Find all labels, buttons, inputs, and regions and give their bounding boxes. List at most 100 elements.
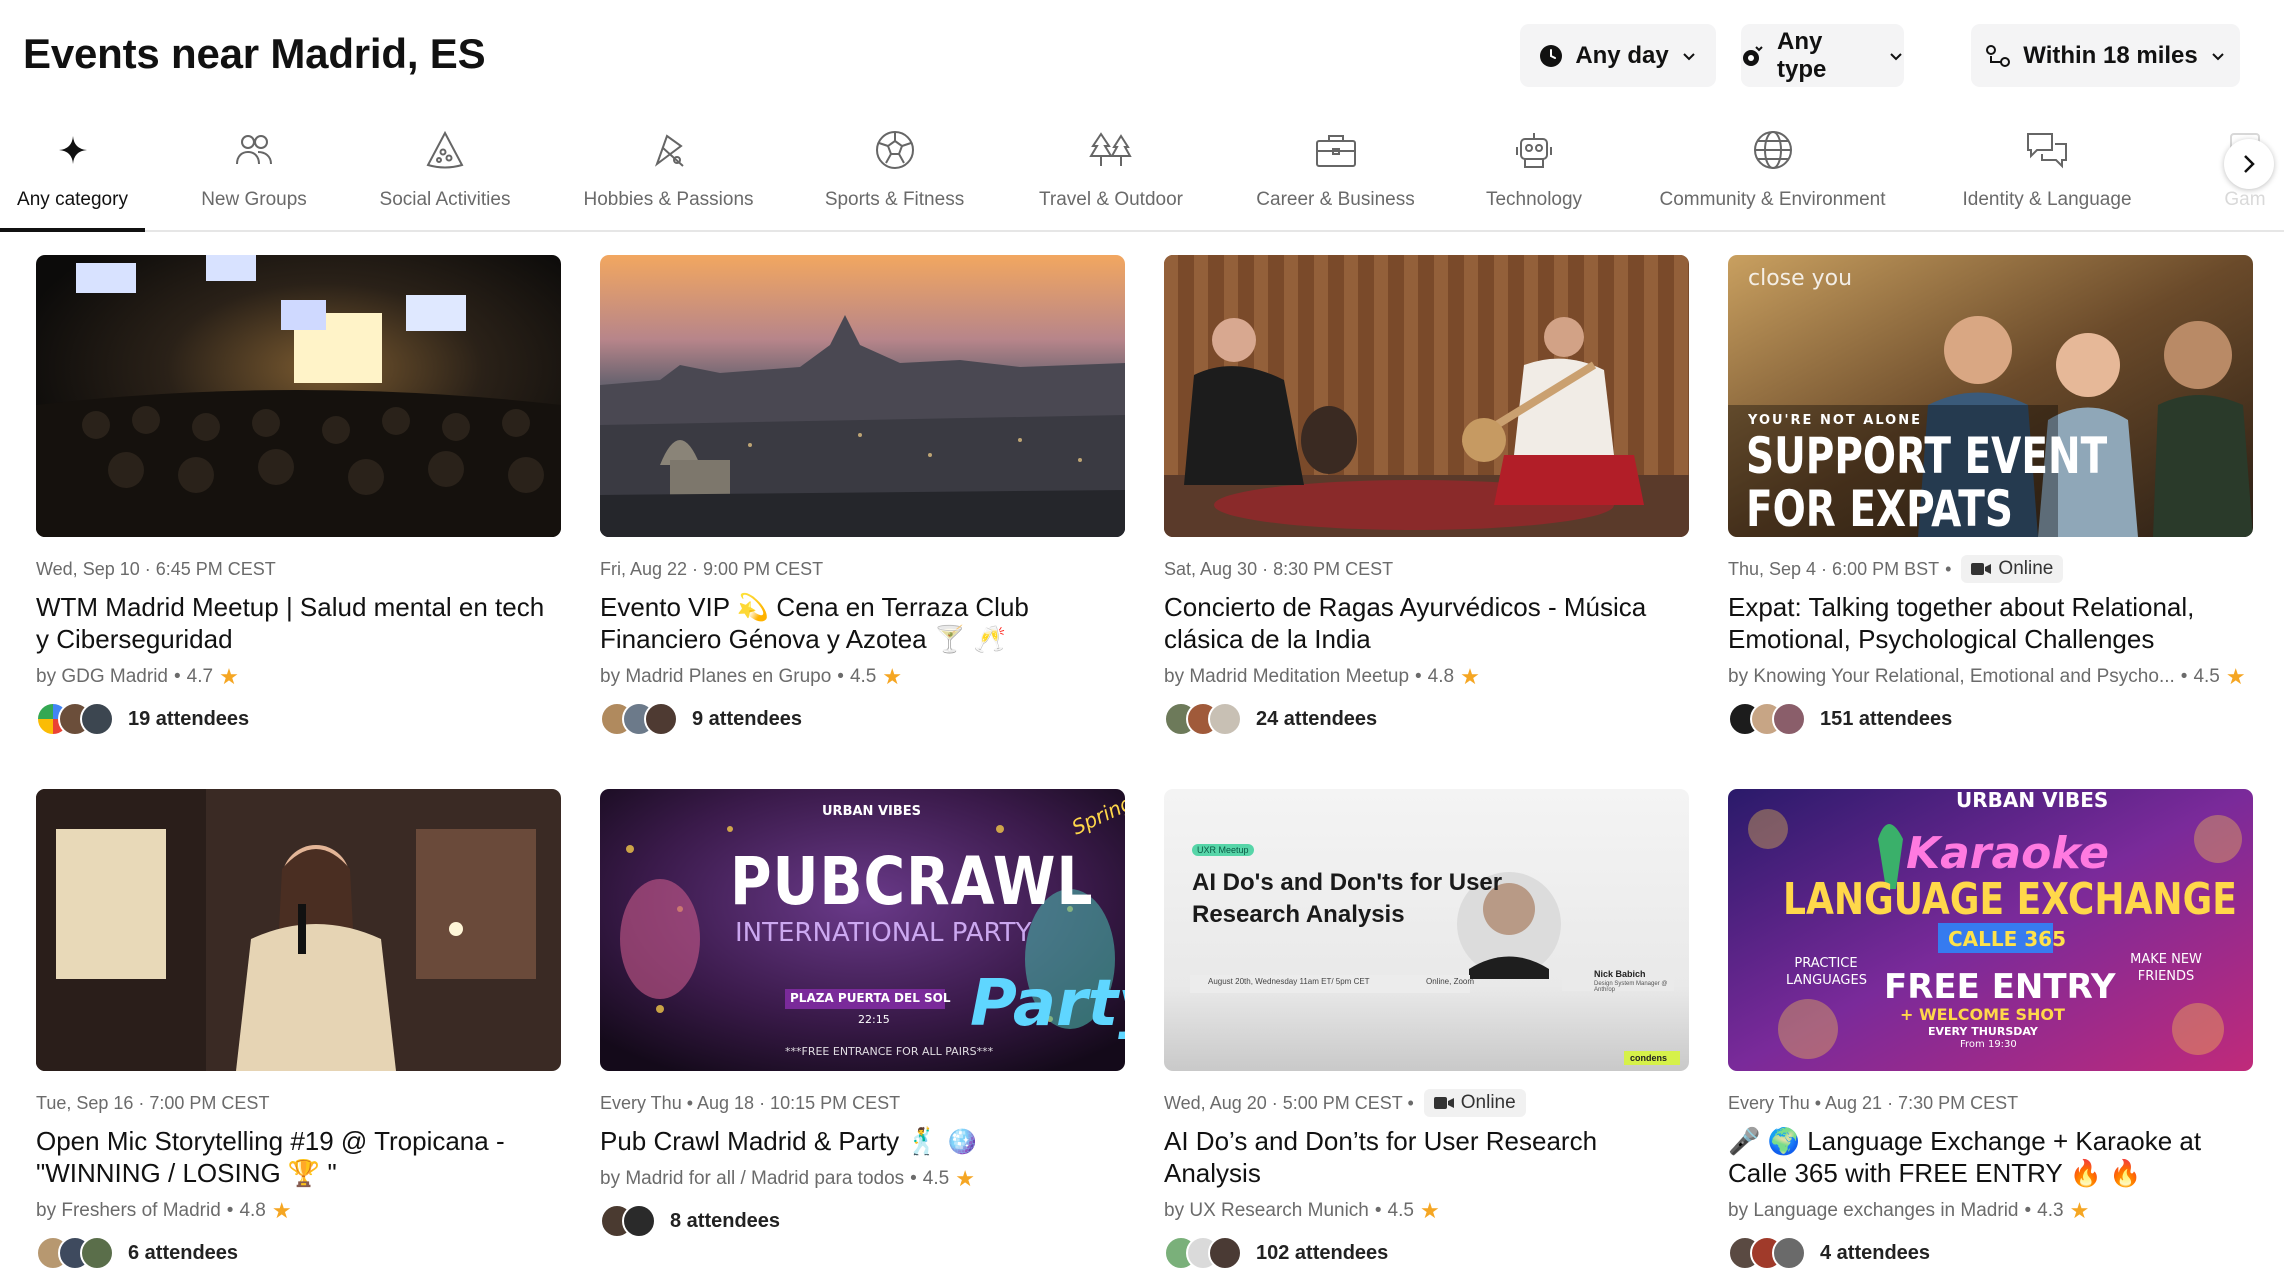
category-travel-outdoor[interactable]: Travel & Outdoor [1037, 115, 1185, 230]
people-icon [236, 135, 272, 165]
avatar [1208, 1236, 1242, 1270]
category-career-business[interactable]: Career & Business [1256, 115, 1415, 230]
brand-logo: close you [1748, 266, 1853, 291]
type-filter-button[interactable]: Any type [1741, 24, 1904, 87]
category-social-activities[interactable]: Social Activities [378, 115, 512, 230]
event-host[interactable]: by GDG Madrid [36, 666, 168, 688]
avatar [644, 702, 678, 736]
paint-palette-icon [654, 134, 684, 167]
banner-line: SUPPORT EVENT [1746, 427, 2108, 485]
globe-icon [1753, 131, 1792, 169]
attendee-avatars [1728, 702, 1806, 736]
webinar-when: August 20th, Wednesday 11am ET/ 5pm CET [1208, 977, 1370, 986]
event-card[interactable]: URBAN VIBES PUBCRAWL INTERNATIONAL PARTY… [600, 789, 1125, 1238]
event-type-icon [1743, 45, 1763, 66]
category-label: Identity & Language [1962, 189, 2132, 210]
event-card[interactable]: Sat, Aug 30 · 8:30 PM CEST Concierto de … [1164, 255, 1689, 736]
attendee-count: 102 attendees [1256, 1241, 1389, 1264]
event-host[interactable]: by Madrid for all / Madrid para todos [600, 1168, 904, 1190]
category-label: Community & Environment [1659, 189, 1886, 210]
poster-left-text: PRACTICE LANGUAGES [1786, 956, 1867, 988]
attendee-avatars [1164, 1236, 1242, 1270]
attendee-avatars [600, 1204, 656, 1238]
event-rating: 4.5 [849, 666, 877, 687]
poster-venue: CALLE 365 [1948, 927, 2067, 951]
event-image[interactable] [600, 255, 1125, 537]
category-new-groups[interactable]: New Groups [198, 115, 310, 230]
event-image[interactable]: URBAN VIBES Karaoke LANGUAGE EXCHANGE CA… [1728, 789, 2253, 1071]
event-title[interactable]: Evento VIP 💫 Cena en Terraza Club Financ… [600, 591, 1125, 655]
poster-subhead: INTERNATIONAL PARTY [735, 918, 1032, 948]
event-image[interactable] [36, 255, 561, 537]
star-icon: ★ [882, 664, 903, 689]
event-rating: 4.5 [922, 1168, 950, 1189]
event-host[interactable]: by Knowing Your Relational, Emotional an… [1728, 666, 2175, 688]
attendee-count: 19 attendees [128, 707, 250, 730]
event-image[interactable]: URBAN VIBES PUBCRAWL INTERNATIONAL PARTY… [600, 789, 1125, 1071]
star-icon: ★ [1419, 1198, 1440, 1223]
poster-place: PLAZA PUERTA DEL SOL [790, 991, 951, 1005]
scroll-next-button[interactable] [2224, 139, 2274, 189]
avatar [80, 1236, 114, 1270]
event-datetime: Sat, Aug 30 · 8:30 PM CEST [1164, 558, 1394, 579]
event-image[interactable] [36, 789, 561, 1071]
poster-offer: + WELCOME SHOT [1900, 1005, 2065, 1024]
event-card[interactable]: close you YOU'RE NOT ALONE SUPPORT EVENT… [1728, 255, 2253, 736]
event-datetime: Thu, Sep 4 · 6:00 PM BST [1728, 558, 1940, 579]
event-image[interactable]: UXR Meetup AI Do's and Don'ts for User R… [1164, 789, 1689, 1071]
event-datetime: Wed, Aug 20 · 5:00 PM CEST • [1164, 1092, 1414, 1113]
event-title[interactable]: AI Do’s and Don’ts for User Research Ana… [1164, 1125, 1689, 1189]
poster-footer: ***FREE ENTRANCE FOR ALL PAIRS*** [785, 1045, 994, 1058]
event-host[interactable]: by Freshers of Madrid [36, 1200, 221, 1222]
poster-time: 22:15 [858, 1013, 890, 1026]
day-filter-label: Any day [1575, 41, 1669, 69]
category-hobbies-passions[interactable]: Hobbies & Passions [583, 115, 754, 230]
star-icon: ★ [2225, 664, 2246, 689]
event-rating: 4.3 [2037, 1200, 2064, 1221]
event-image[interactable] [1164, 255, 1689, 537]
poster-script: Party [970, 967, 1125, 1041]
webinar-title-line: AI Do's and Don'ts for User [1192, 869, 1503, 896]
event-rating: 4.8 [1427, 666, 1455, 687]
category-label: Sports & Fitness [824, 189, 965, 210]
event-title[interactable]: Expat: Talking together about Relational… [1728, 591, 2253, 655]
online-badge: Online [1961, 555, 2064, 583]
category-any[interactable]: Any category [0, 115, 145, 232]
type-filter-label: Any type [1777, 27, 1827, 83]
avatar [622, 1204, 656, 1238]
webinar-tag: UXR Meetup [1192, 844, 1254, 856]
robot-icon [1516, 133, 1552, 168]
event-image[interactable]: close you YOU'RE NOT ALONE SUPPORT EVENT… [1728, 255, 2253, 537]
event-host[interactable]: by Language exchanges in Madrid [1728, 1200, 2018, 1222]
event-host[interactable]: by Madrid Meditation Meetup [1164, 666, 1409, 688]
event-rating: 4.7 [186, 666, 214, 687]
event-title[interactable]: Concierto de Ragas Ayurvédicos - Música … [1164, 591, 1689, 655]
day-filter-button[interactable]: Any day [1520, 24, 1716, 87]
star-icon: ★ [955, 1166, 975, 1191]
event-title[interactable]: WTM Madrid Meetup | Salud mental en tech… [36, 591, 561, 655]
event-host[interactable]: by Madrid Planes en Grupo [600, 666, 831, 688]
event-card[interactable]: URBAN VIBES Karaoke LANGUAGE EXCHANGE CA… [1728, 789, 2253, 1270]
event-rating: 4.5 [1387, 1200, 1414, 1221]
distance-filter-button[interactable]: Within 18 miles [1971, 24, 2240, 87]
category-technology[interactable]: Technology [1485, 115, 1583, 230]
category-identity-language[interactable]: Identity & Language [1944, 115, 2150, 230]
event-card[interactable]: Tue, Sep 16 · 7:00 PM CEST Open Mic Stor… [36, 789, 561, 1270]
category-community-environment[interactable]: Community & Environment [1656, 115, 1889, 230]
category-sports-fitness[interactable]: Sports & Fitness [824, 115, 965, 230]
distance-icon [1986, 44, 2011, 67]
event-host[interactable]: by UX Research Munich [1164, 1200, 1369, 1222]
star-icon: ★ [2069, 1198, 2090, 1223]
avatar [1772, 702, 1806, 736]
event-title[interactable]: Pub Crawl Madrid & Party 🕺 🪩 [600, 1125, 1125, 1157]
category-label: Any category [17, 189, 128, 210]
attendee-avatars [1728, 1236, 1806, 1270]
event-card[interactable]: Wed, Sep 10 · 6:45 PM CEST WTM Madrid Me… [36, 255, 561, 736]
star-icon: ★ [1460, 664, 1480, 689]
speaker-role: Design System Manager @ Anthrop [1594, 981, 1668, 993]
event-title[interactable]: Open Mic Storytelling #19 @ Tropicana - … [36, 1125, 561, 1189]
attendee-avatars [36, 1236, 114, 1270]
event-card[interactable]: Fri, Aug 22 · 9:00 PM CEST Evento VIP 💫 … [600, 255, 1125, 736]
event-card[interactable]: UXR Meetup AI Do's and Don'ts for User R… [1164, 789, 1689, 1270]
event-title[interactable]: 🎤 🌍 Language Exchange + Karaoke at Calle… [1728, 1125, 2253, 1189]
